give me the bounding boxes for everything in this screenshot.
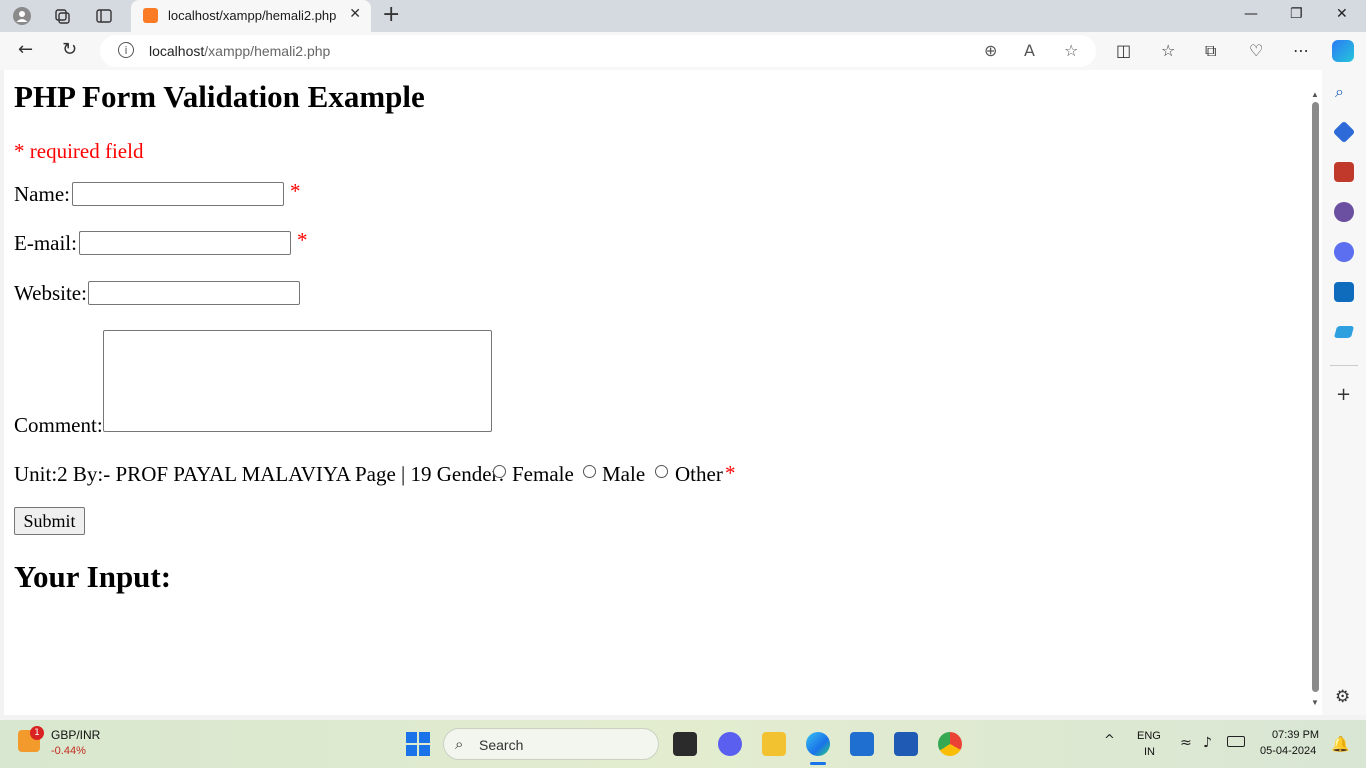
page-content: PHP Form Validation Example * required f… [4,70,1322,715]
meet-icon[interactable] [718,732,742,756]
ticker-value: -0.44% [51,745,86,757]
sidebar-divider [1330,365,1358,366]
website-input[interactable] [88,281,300,305]
address-bar[interactable]: i localhost/xampp/hemali2.php ⊕ A ☆ [100,35,1096,67]
gender-other-label: Other [675,462,723,486]
edge-sidebar: ⌕ + ⚙ [1322,70,1366,715]
tools-icon[interactable] [1334,162,1354,182]
site-info-icon[interactable]: i [118,42,134,58]
file-explorer-icon[interactable] [762,732,786,756]
name-input[interactable] [72,182,284,206]
tab-bar: localhost/xampp/hemali2.php ✕ + — ❐ ✕ [0,0,1366,32]
vertical-scrollbar[interactable]: ▲ ▼ [1310,78,1320,708]
task-view-icon[interactable] [673,732,697,756]
comment-textarea[interactable] [103,330,492,432]
new-tab-icon[interactable]: + [382,4,400,26]
comment-label: Comment: [14,413,103,437]
workspaces-icon[interactable] [51,5,73,27]
search-icon: ⌕ [455,735,464,753]
scroll-down-icon[interactable]: ▼ [1311,698,1319,707]
gender-prefix-text: Unit:2 By:- PROF PAYAL MALAVIYA Page | 1… [14,462,505,486]
scroll-thumb[interactable] [1312,102,1319,692]
volume-icon[interactable]: ♪ [1203,735,1212,751]
gender-female-radio[interactable] [493,465,506,478]
start-menu-icon[interactable] [406,732,430,756]
scroll-up-icon[interactable]: ▲ [1311,90,1319,99]
gender-required-star: * [725,461,736,485]
read-aloud-icon[interactable]: A [1024,41,1035,60]
shopping-tag-icon[interactable] [1332,120,1356,144]
tab-title: localhost/xampp/hemali2.php [168,8,337,23]
browser-toolbar: ← ↻ i localhost/xampp/hemali2.php ⊕ A ☆ … [0,32,1366,70]
wifi-icon[interactable]: ≈ [1180,735,1192,751]
taskbar-search-placeholder: Search [479,737,524,753]
sidebar-settings-icon[interactable]: ⚙ [1335,687,1350,707]
name-label: Name: [14,182,70,206]
language-bottom: IN [1144,746,1155,758]
notification-bell-icon[interactable]: 🔔 [1331,735,1350,753]
active-app-indicator [810,762,826,765]
refresh-icon[interactable]: ↻ [62,39,77,60]
website-label: Website: [14,281,87,305]
name-required-star: * [290,179,301,203]
chrome-icon[interactable] [938,732,962,756]
submit-button[interactable]: Submit [14,507,85,535]
outlook-icon[interactable] [1334,282,1354,302]
gender-male-radio[interactable] [583,465,596,478]
store-icon[interactable] [850,732,874,756]
url-host: localhost [149,43,205,59]
favorite-star-icon[interactable]: ☆ [1064,41,1078,60]
show-hidden-icons-icon[interactable]: ^ [1104,733,1115,748]
split-screen-icon[interactable]: ◫ [1116,41,1131,60]
tab-actions-icon[interactable] [93,5,115,27]
back-icon[interactable]: ← [18,39,33,60]
taskbar-search[interactable]: ⌕ Search [443,728,659,760]
output-heading: Your Input: [14,559,172,594]
gender-male-label: Male [602,462,646,486]
microsoft365-icon[interactable] [1334,242,1354,262]
copilot-icon[interactable] [1332,40,1354,62]
restore-icon[interactable]: ❐ [1290,6,1303,22]
close-tab-icon[interactable]: ✕ [349,6,361,22]
minimize-icon[interactable]: — [1244,6,1258,22]
close-window-icon[interactable]: ✕ [1336,6,1348,22]
edge-browser-icon[interactable] [806,732,830,756]
browser-essentials-icon[interactable]: ♡ [1249,41,1263,60]
email-required-star: * [297,228,308,252]
battery-icon[interactable] [1227,736,1245,747]
page-title: PHP Form Validation Example [14,79,425,114]
profile-icon[interactable] [11,5,33,27]
email-label: E-mail: [14,231,77,255]
clock-date: 05-04-2024 [1260,745,1317,757]
windows-taskbar: 1 GBP/INR -0.44% ⌕ Search ^ ENG IN ≈ ♪ 0… [0,720,1366,768]
url-path: /xampp/hemali2.php [204,43,331,59]
more-menu-icon[interactable]: ⋯ [1293,41,1309,60]
add-sidebar-app-icon[interactable]: + [1336,384,1351,405]
clock-time[interactable]: 07:39 PM [1272,729,1319,741]
language-top[interactable]: ENG [1137,730,1161,742]
active-tab[interactable]: localhost/xampp/hemali2.php ✕ [131,0,371,32]
address-url[interactable]: localhost/xampp/hemali2.php [149,43,330,59]
collections-icon[interactable]: ⧉ [1205,41,1216,61]
favorites-icon[interactable]: ☆ [1161,41,1175,60]
games-icon[interactable] [1334,202,1354,222]
email-input[interactable] [79,231,291,255]
ticker-name[interactable]: GBP/INR [51,728,100,742]
search-icon[interactable]: ⌕ [1335,82,1344,102]
required-field-note: * required field [14,139,144,163]
xampp-favicon-icon [143,8,158,23]
word-icon[interactable] [894,732,918,756]
gender-other-radio[interactable] [655,465,668,478]
zoom-icon[interactable]: ⊕ [984,41,997,60]
notification-badge: 1 [30,726,44,740]
drop-icon[interactable] [1333,326,1355,338]
gender-female-label: Female [512,462,574,486]
